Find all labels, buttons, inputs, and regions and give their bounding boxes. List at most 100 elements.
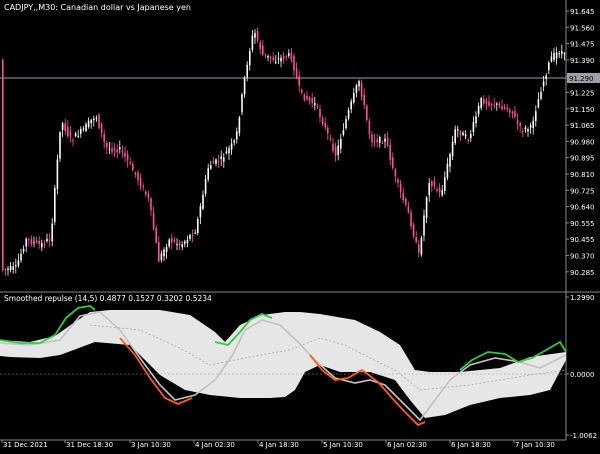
candle-body (54, 187, 56, 222)
candle-body (457, 129, 459, 131)
candle-body (288, 53, 290, 56)
candle-body (163, 249, 165, 257)
candle-body (80, 128, 82, 134)
candle-body (215, 159, 217, 164)
candle-body (340, 138, 342, 149)
candle-body (537, 99, 540, 108)
candle-body (441, 190, 443, 196)
candle-body (116, 149, 118, 153)
candle-body (9, 266, 12, 270)
candle-body (451, 141, 454, 157)
price-tick-label: 90.370 (570, 253, 595, 261)
candle-body (178, 242, 181, 246)
candle-body (61, 123, 64, 130)
candle-body (251, 35, 254, 50)
candle-body (550, 56, 553, 62)
candle-body (152, 212, 155, 230)
candle-body (548, 62, 550, 71)
candle-body (241, 94, 243, 113)
chart-canvas[interactable]: CADJPY,,M30: Canadian dollar vs Japanese… (0, 0, 600, 450)
candle-body (542, 81, 545, 87)
candle-body (363, 94, 365, 105)
candle-body (272, 57, 274, 61)
candle-body (137, 172, 139, 181)
candle-body (397, 179, 399, 183)
candle-body (2, 59, 4, 271)
candle-body (139, 178, 142, 187)
candle-body (490, 103, 493, 105)
candle-body (392, 157, 394, 169)
candle-body (171, 237, 173, 243)
candle-body (488, 101, 490, 106)
candle-body (366, 105, 368, 120)
candle-body (160, 253, 163, 261)
candle-body (267, 55, 269, 58)
candle-body (472, 121, 475, 133)
price-tick-label: 90.640 (570, 204, 595, 212)
candle-body (454, 129, 456, 144)
candle-body (308, 97, 311, 101)
candle-body (532, 120, 534, 128)
candle-body (132, 163, 134, 171)
candle-body (72, 140, 74, 142)
candle-body (46, 239, 48, 242)
candle-body (433, 180, 436, 187)
candle-body (233, 140, 235, 143)
candle-body (519, 123, 521, 127)
price-tick-label: 90.555 (570, 220, 595, 228)
candle-body (516, 119, 519, 124)
candle-body (158, 242, 160, 262)
candle-body (545, 75, 547, 80)
current-price-label: 91.290 (569, 75, 594, 83)
price-tick-label: 91.475 (570, 41, 595, 49)
candle-body (298, 76, 300, 86)
candle-body (223, 157, 225, 162)
candle-body (558, 53, 560, 55)
candle-body (108, 148, 111, 150)
candle-body (48, 239, 51, 241)
candle-body (181, 244, 183, 248)
candle-body (470, 134, 472, 139)
candle-body (350, 101, 352, 110)
price-tick-label: 91.560 (570, 24, 595, 32)
candle-body (321, 118, 324, 125)
candle-body (38, 240, 40, 244)
candle-body (332, 143, 334, 151)
candle-body (483, 98, 485, 104)
candle-body (355, 85, 358, 93)
candle-body (423, 215, 425, 236)
candle-body (522, 131, 524, 133)
candle-body (254, 32, 256, 38)
candle-body (311, 98, 313, 103)
candle-body (498, 103, 501, 106)
candle-body (74, 133, 77, 137)
candle-body (17, 260, 20, 266)
candle-body (316, 105, 319, 107)
candle-body (106, 142, 108, 148)
candle-body (12, 266, 14, 270)
candle-body (368, 120, 371, 134)
candle-body (103, 133, 105, 142)
candle-body (155, 228, 157, 243)
candle-body (399, 183, 402, 192)
price-tick-label: 91.390 (570, 57, 595, 65)
price-tick-label: 90.895 (570, 155, 595, 163)
candle-body (347, 109, 350, 119)
candle-body (246, 64, 248, 78)
candle-body (384, 138, 386, 142)
candle-body (134, 172, 137, 175)
candle-body (561, 51, 563, 55)
price-tick-label: 90.455 (570, 236, 595, 244)
candle-body (438, 188, 441, 193)
candle-body (98, 114, 100, 128)
candle-body (386, 137, 389, 146)
candle-body (509, 109, 511, 113)
price-tick-label: 90.980 (570, 138, 595, 146)
candle-body (204, 178, 207, 194)
candle-body (184, 241, 186, 244)
candle-body (514, 111, 516, 117)
candle-body (501, 106, 503, 110)
price-tick-label: 90.285 (570, 269, 595, 277)
candle-body (373, 140, 376, 142)
chart-terminal[interactable]: CADJPY,,M30: Canadian dollar vs Japanese… (0, 0, 600, 450)
